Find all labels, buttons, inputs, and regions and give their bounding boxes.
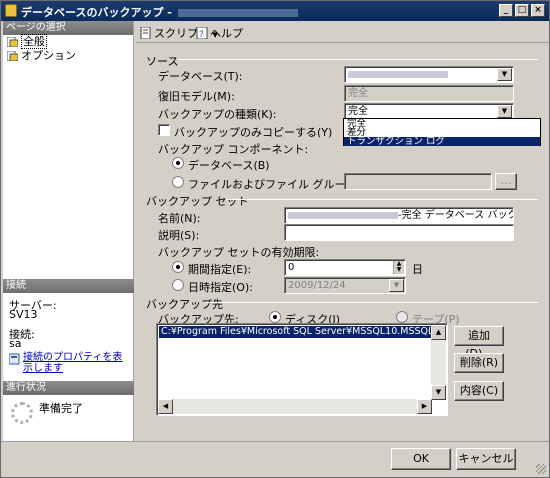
backup-set-group-label: バックアップ セット (146, 195, 249, 208)
connection-header: 接続 (3, 279, 134, 293)
expire-date-value: 2009/12/24 (288, 280, 346, 291)
connection-properties-link[interactable]: 接続のプロパティを表示します (23, 352, 131, 374)
backup-set-divider (226, 199, 538, 200)
scroll-left-icon[interactable]: ◀ (158, 399, 173, 414)
chevron-down-icon[interactable]: ▼ (497, 68, 512, 81)
page-options-label: オプション (21, 49, 76, 62)
vertical-scrollbar[interactable]: ▲ ▼ (431, 325, 446, 400)
expire-after-label: 期間指定(E): (188, 263, 252, 276)
scroll-down-icon[interactable]: ▼ (431, 385, 446, 400)
page-icon (7, 37, 18, 47)
copy-only-label: バックアップのみコピーする(Y) (174, 126, 333, 139)
backup-database-dialog: データベースのバックアップ - _ □ × ページの選択 全般 オプション 接続… (0, 0, 550, 478)
progress-header: 進行状況 (3, 381, 134, 395)
script-icon (140, 27, 151, 39)
contents-button[interactable]: 内容(C) (454, 381, 504, 401)
backup-name-field[interactable]: -完全 データベース バックアップ (284, 207, 514, 224)
copy-only-checkbox[interactable] (158, 124, 170, 136)
files-radio[interactable] (172, 176, 184, 188)
expire-days-spinbox[interactable]: 0 ▲ ▼ (284, 259, 406, 276)
redacted-database-name (177, 9, 298, 17)
source-divider (178, 59, 538, 60)
resize-grip-icon[interactable] (536, 464, 546, 474)
help-icon: ? (196, 27, 208, 39)
progress-spinner-icon (11, 402, 33, 424)
file-groups-field (344, 173, 492, 190)
database-combo[interactable]: ▼ (344, 66, 514, 83)
recovery-model-label: 復旧モデル(M): (158, 90, 235, 103)
source-group-label: ソース (146, 55, 179, 68)
backup-type-label: バックアップの種類(K): (158, 108, 277, 121)
destination-list-item[interactable]: C:¥Program Files¥Microsoft SQL Server¥MS… (159, 326, 431, 338)
chevron-down-icon: ▼ (389, 279, 404, 292)
horizontal-scrollbar[interactable]: ◀ ▶ (158, 399, 432, 414)
disk-radio[interactable] (269, 311, 281, 323)
expire-days-value: 0 (288, 262, 295, 273)
left-pane: ページの選択 全般 オプション 接続 サーバー: SV13 接続: sa 接続の… (3, 21, 134, 441)
server-value: SV13 (9, 308, 38, 321)
page-general-label: 全般 (21, 34, 47, 49)
database-icon (5, 4, 17, 17)
connection-properties-icon (9, 353, 20, 365)
expire-date-picker: 2009/12/24 ▼ (284, 277, 406, 294)
scroll-right-icon[interactable]: ▶ (417, 399, 432, 414)
expire-on-radio[interactable] (172, 279, 184, 291)
days-unit-label: 日 (412, 263, 423, 276)
spin-arrows-icon[interactable]: ▲ ▼ (393, 261, 404, 274)
scroll-up-icon[interactable]: ▲ (431, 325, 446, 340)
destination-list[interactable]: C:¥Program Files¥Microsoft SQL Server¥MS… (156, 323, 448, 416)
title-bar[interactable]: データベースのバックアップ - _ □ × (1, 1, 549, 21)
recovery-model-field: 完全 (344, 85, 514, 102)
toolbar: スクリプト ▼ ? ヘルプ (136, 21, 549, 43)
database-radio[interactable] (172, 157, 184, 169)
page-select-header: ページの選択 (3, 21, 133, 35)
database-radio-label: データベース(B) (188, 159, 270, 172)
description-label: 説明(S): (158, 229, 200, 242)
cancel-button[interactable]: キャンセル (456, 448, 516, 470)
page-options[interactable]: オプション (3, 49, 133, 63)
maximize-button[interactable]: □ (515, 4, 529, 17)
dropdown-option-full[interactable]: 完全 (344, 119, 540, 129)
help-label: ヘルプ (210, 27, 243, 40)
remove-destination-button[interactable]: 削除(R) (454, 353, 504, 373)
backup-name-label: 名前(N): (158, 212, 201, 225)
redacted-backup-name (288, 211, 398, 219)
expire-on-label: 日時指定(O): (188, 281, 253, 294)
database-label: データベース(T): (158, 70, 243, 83)
backup-type-value: 完全 (348, 106, 368, 117)
add-destination-button[interactable]: 追加(D)... (454, 326, 504, 360)
dropdown-option-transaction-log[interactable]: トランザクション ログ (344, 137, 540, 146)
tape-radio (396, 311, 408, 323)
page-general[interactable]: 全般 (3, 34, 133, 49)
destination-divider (206, 302, 538, 303)
redacted-database-value (348, 70, 448, 78)
expire-after-radio[interactable] (172, 261, 184, 273)
minimize-button[interactable]: _ (499, 4, 513, 17)
svg-text:?: ? (199, 30, 204, 39)
backup-component-label: バックアップ コンポーネント: (158, 143, 309, 156)
help-button[interactable]: ? ヘルプ (196, 25, 243, 41)
dialog-footer: OK キャンセル (1, 441, 549, 477)
window-title: データベースのバックアップ - (21, 6, 172, 19)
progress-status: 準備完了 (39, 402, 83, 415)
page-icon (7, 51, 18, 61)
description-field[interactable] (284, 224, 514, 241)
file-groups-browse-button[interactable]: … (495, 173, 517, 190)
destination-group-label: バックアップ先 (146, 298, 223, 311)
chevron-down-icon[interactable]: ▼ (497, 105, 512, 118)
expiration-label: バックアップ セットの有効期限: (158, 246, 320, 259)
backup-name-suffix: -完全 データベース バックアップ (398, 210, 513, 221)
connection-value: sa (9, 337, 22, 350)
close-button[interactable]: × (531, 4, 545, 17)
ok-button[interactable]: OK (391, 448, 451, 470)
backup-type-dropdown-list[interactable]: 完全 差分 トランザクション ログ (343, 118, 541, 146)
